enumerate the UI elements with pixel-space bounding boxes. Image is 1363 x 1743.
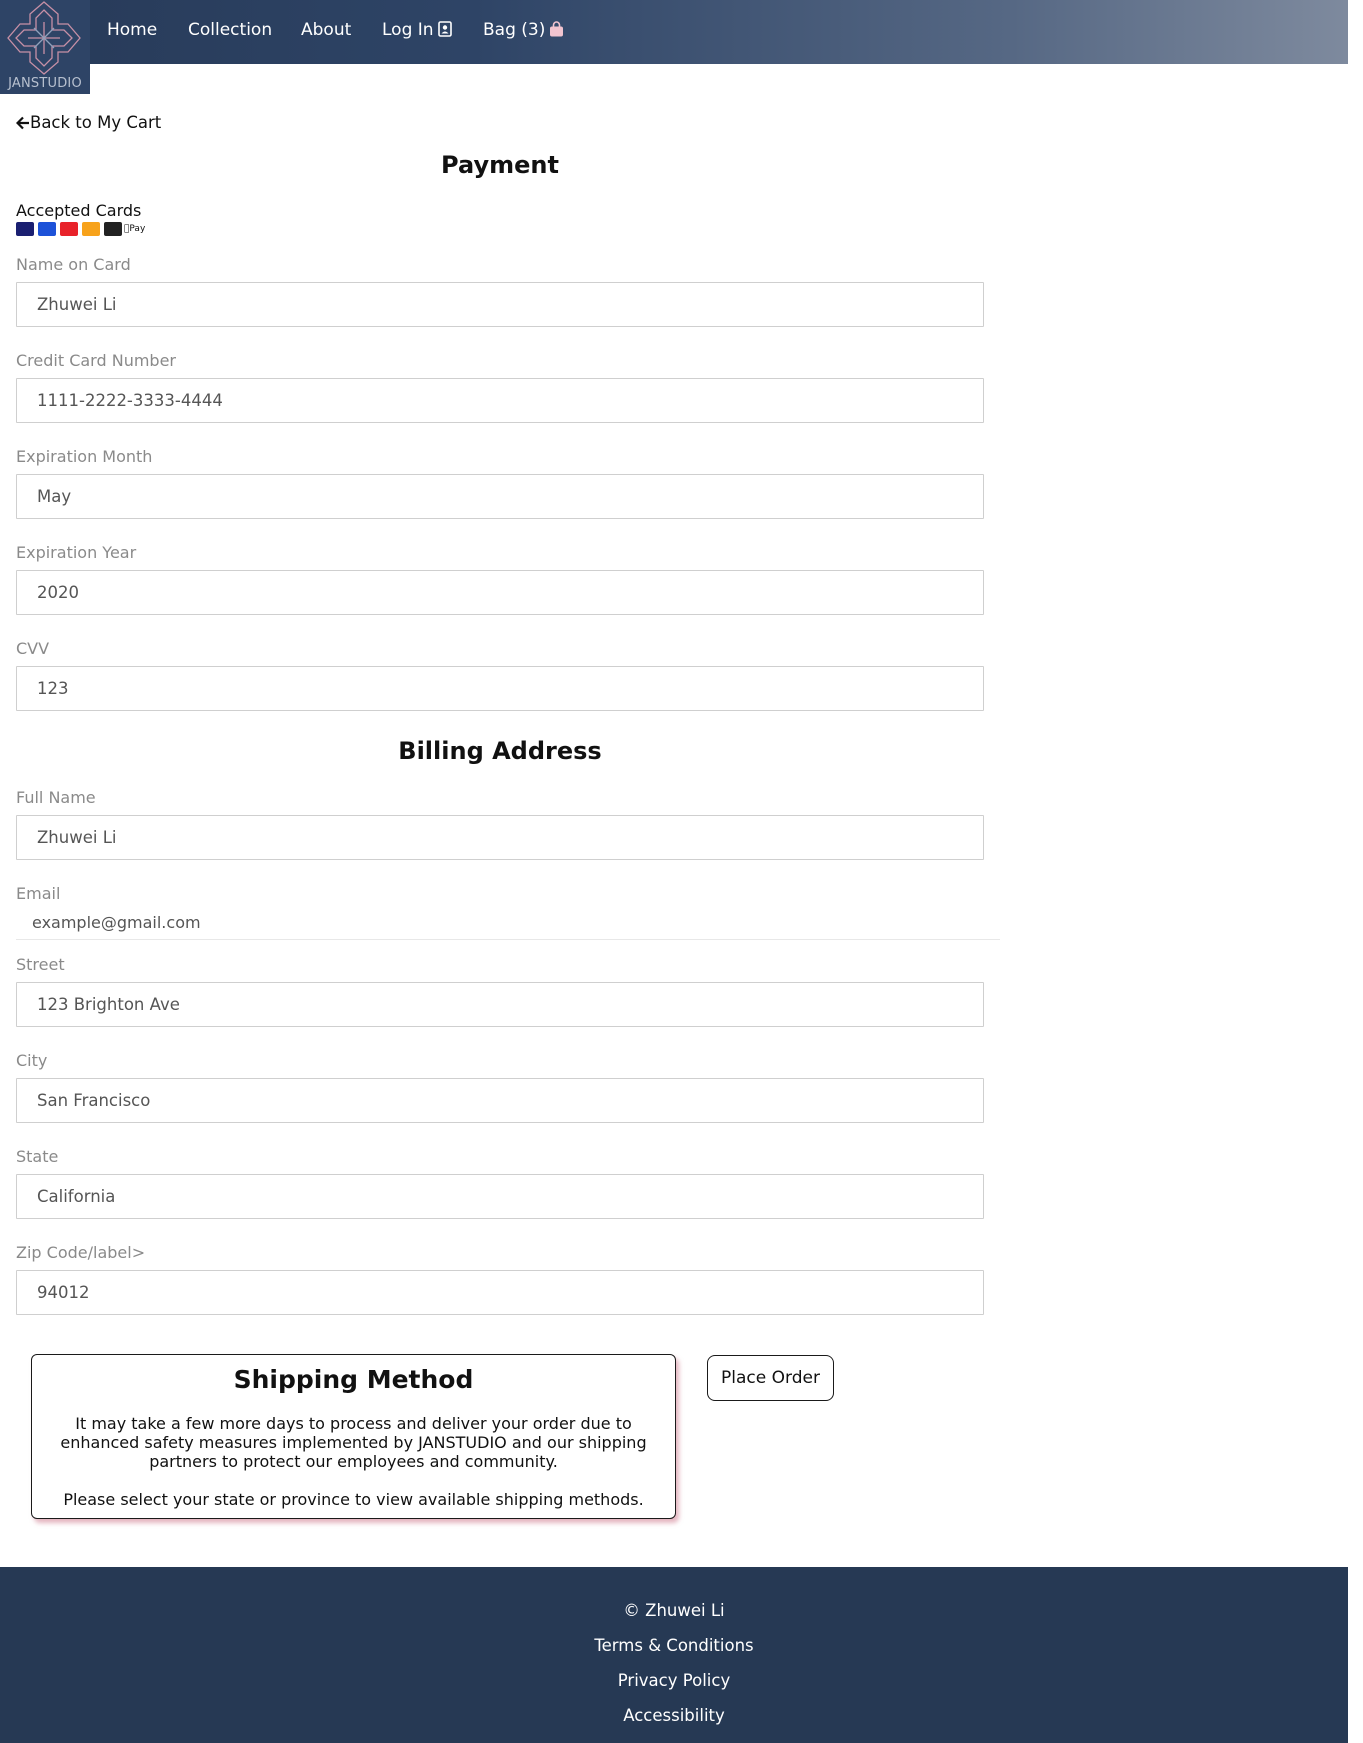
street-label: Street	[16, 955, 65, 974]
name-on-card-input[interactable]	[16, 282, 984, 327]
apple-pay-icon: Pay	[124, 222, 145, 236]
back-to-cart-link[interactable]: Back to My Cart	[15, 113, 162, 132]
shipping-notice-text: It may take a few more days to process a…	[60, 1414, 647, 1471]
back-link-label: Back to My Cart	[30, 113, 162, 132]
cvv-label: CVV	[16, 639, 50, 658]
state-label: State	[16, 1147, 59, 1166]
card-number-label: Credit Card Number	[16, 351, 176, 370]
contact-book-icon	[437, 21, 452, 42]
mastercard-icon	[60, 222, 78, 236]
jcb-icon	[104, 222, 122, 236]
logo-text: JANSTUDIO	[8, 76, 82, 91]
payment-heading: Payment	[441, 151, 559, 179]
footer-copyright: © Zhuwei Li	[623, 1601, 725, 1620]
place-order-button[interactable]: Place Order	[707, 1355, 834, 1401]
name-on-card-label: Name on Card	[16, 255, 131, 274]
exp-year-input[interactable]	[16, 570, 984, 615]
full-name-label: Full Name	[16, 788, 96, 807]
amex-icon	[38, 222, 56, 236]
full-name-input[interactable]	[16, 815, 984, 860]
email-input[interactable]	[16, 906, 1000, 940]
card-number-input[interactable]	[16, 378, 984, 423]
zip-code-label: Zip Code/label>	[16, 1243, 146, 1262]
exp-month-input[interactable]	[16, 474, 984, 519]
site-logo[interactable]: JANSTUDIO	[0, 0, 90, 94]
cvv-input[interactable]	[16, 666, 984, 711]
apple-pay-label: Pay	[124, 224, 145, 234]
discover-icon	[82, 222, 100, 236]
shipping-select-prompt: Please select your state or province to …	[63, 1490, 644, 1509]
accepted-cards-label: Accepted Cards	[16, 201, 142, 220]
logo-emblem-icon	[7, 1, 81, 75]
shopping-bag-icon	[549, 21, 564, 42]
exp-year-label: Expiration Year	[16, 543, 137, 562]
footer-privacy-link[interactable]: Privacy Policy	[0, 1671, 1348, 1690]
city-label: City	[16, 1051, 48, 1070]
nav-login-label: Log In	[382, 20, 434, 40]
footer: © Zhuwei Li Terms & Conditions Privacy P…	[0, 1567, 1348, 1743]
state-input[interactable]	[16, 1174, 984, 1219]
exp-month-label: Expiration Month	[16, 447, 153, 466]
visa-icon	[16, 222, 34, 236]
footer-terms-link[interactable]: Terms & Conditions	[0, 1636, 1348, 1655]
shipping-method-heading: Shipping Method	[233, 1365, 474, 1394]
nav-login-link[interactable]: Log In	[382, 20, 452, 42]
nav-about-link[interactable]: About	[301, 20, 351, 40]
nav-collection-link[interactable]: Collection	[188, 20, 272, 40]
billing-address-heading: Billing Address	[398, 737, 602, 765]
footer-accessibility-link[interactable]: Accessibility	[0, 1706, 1348, 1725]
zip-code-input[interactable]	[16, 1270, 984, 1315]
email-label: Email	[16, 884, 61, 903]
nav-bag-link[interactable]: Bag (3)	[483, 20, 564, 42]
street-input[interactable]	[16, 982, 984, 1027]
arrow-left-icon	[15, 116, 29, 130]
nav-bag-label: Bag (3)	[483, 20, 546, 40]
city-input[interactable]	[16, 1078, 984, 1123]
shipping-method-card: Shipping Method It may take a few more d…	[31, 1354, 676, 1519]
nav-home-link[interactable]: Home	[107, 20, 157, 40]
